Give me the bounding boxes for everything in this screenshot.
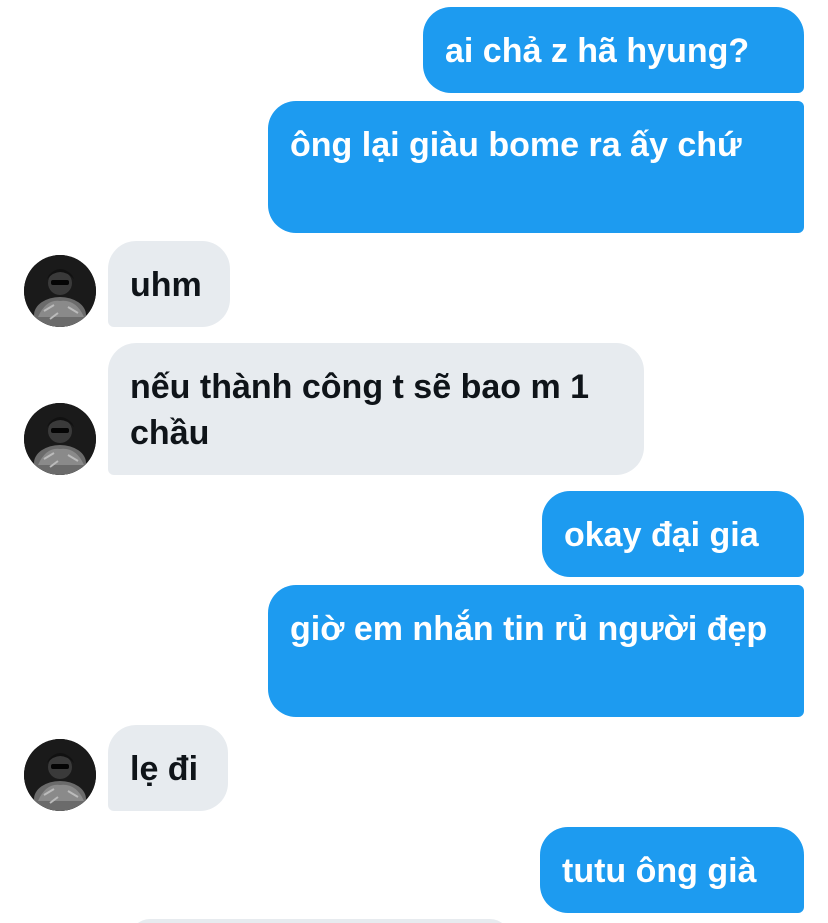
contact-avatar[interactable] xyxy=(24,739,96,811)
message-bubble-outgoing[interactable]: ông lại giàu bome ra ấy chứ xyxy=(268,101,804,233)
avatar-photo-icon xyxy=(24,739,96,811)
message-bubble-incoming[interactable]: nếu thành công t sẽ bao m 1 chầu xyxy=(108,343,644,475)
message-bubble-outgoing[interactable]: ai chả z hã hyung? xyxy=(423,7,804,93)
message-bubble-outgoing[interactable]: giờ em nhắn tin rủ người đẹp xyxy=(268,585,804,717)
message-bubble-incoming-partial[interactable] xyxy=(130,919,510,923)
avatar-photo-icon xyxy=(24,255,96,327)
message-bubble-outgoing[interactable]: tutu ông già xyxy=(540,827,804,913)
message-bubble-incoming[interactable]: uhm xyxy=(108,241,230,327)
contact-avatar[interactable] xyxy=(24,403,96,475)
message-bubble-incoming[interactable]: lẹ đi xyxy=(108,725,228,811)
contact-avatar[interactable] xyxy=(24,255,96,327)
conversation-thread: ai chả z hã hyung? ông lại giàu bome ra … xyxy=(0,0,828,923)
avatar-photo-icon xyxy=(24,403,96,475)
message-bubble-outgoing[interactable]: okay đại gia xyxy=(542,491,804,577)
